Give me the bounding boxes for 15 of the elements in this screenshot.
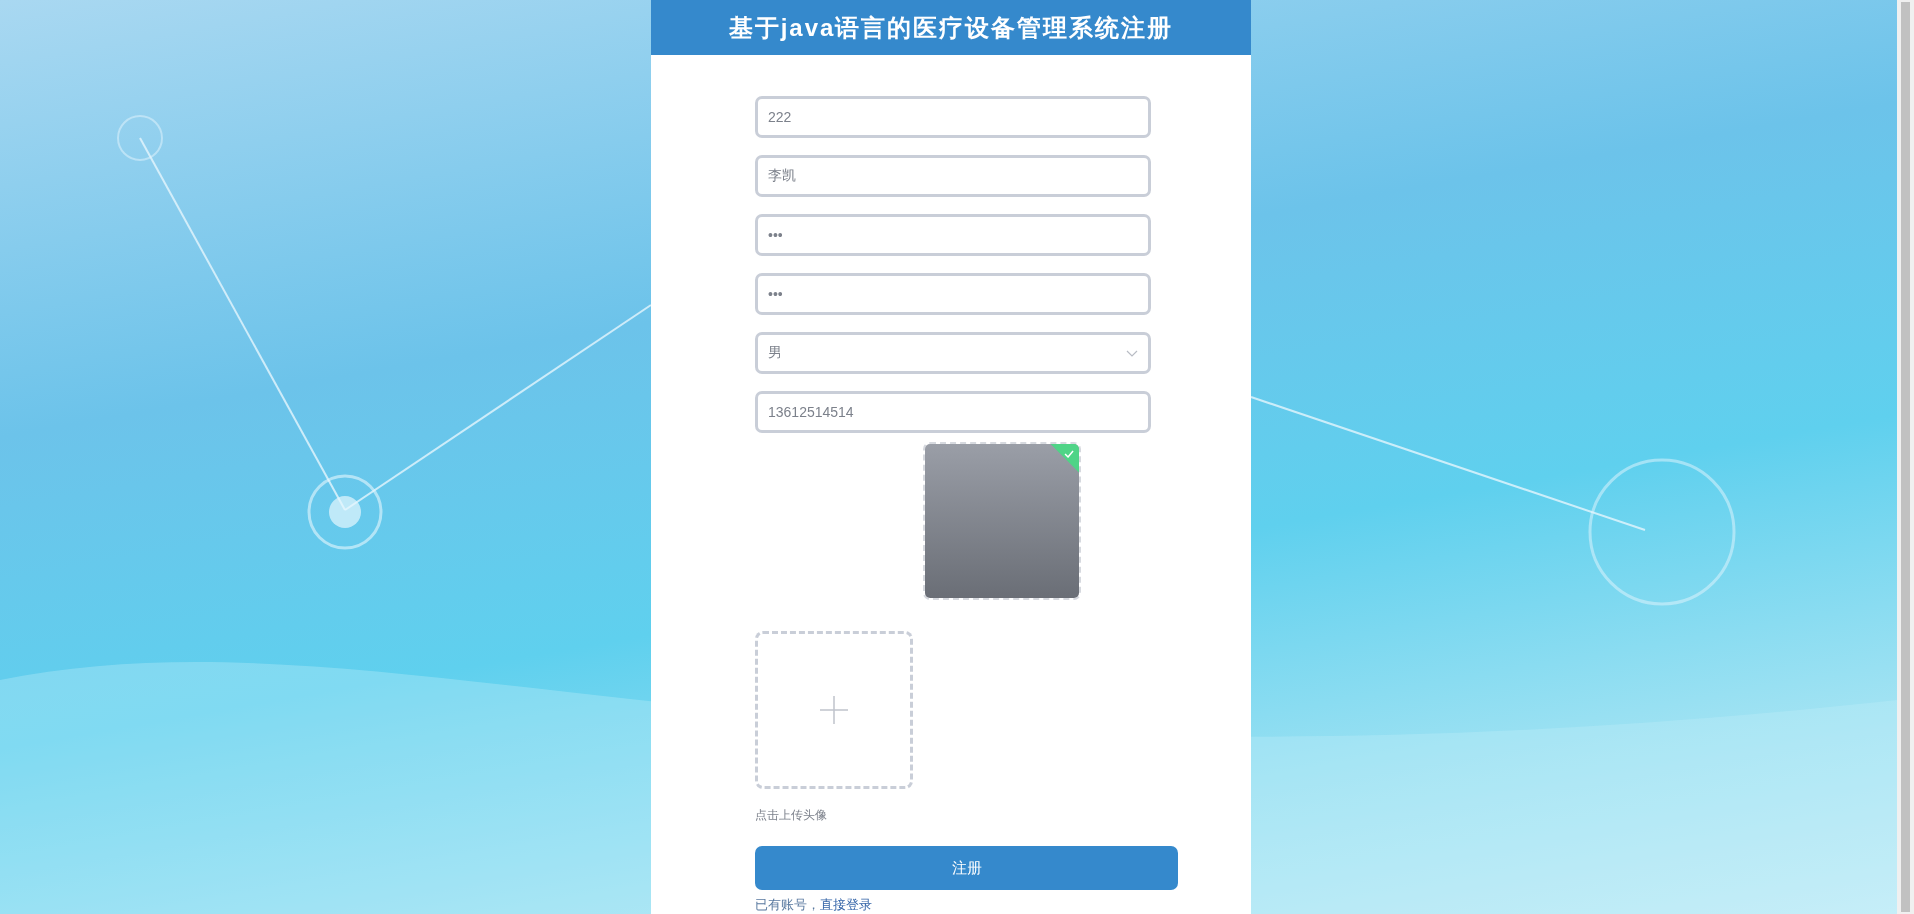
input-field[interactable]: ••• <box>755 214 1151 256</box>
scrollbar[interactable] <box>1897 0 1914 914</box>
page-title: 基于java语言的医疗设备管理系统注册 <box>651 0 1251 55</box>
chevron-down-icon <box>1126 349 1138 357</box>
login-link[interactable]: 直接登录 <box>820 896 872 914</box>
input-field[interactable]: 李凯 <box>755 155 1151 197</box>
upload-button[interactable] <box>755 631 913 789</box>
plus-icon <box>820 696 848 724</box>
input-field[interactable]: 222 <box>755 96 1151 138</box>
upload-caption: 点击上传头像 <box>755 807 828 824</box>
footer-text: 已有账号， <box>755 896 820 914</box>
register-button[interactable]: 注册 <box>755 846 1178 890</box>
gender-select[interactable]: 男 <box>755 332 1151 374</box>
input-field[interactable]: ••• <box>755 273 1151 315</box>
input-field[interactable]: 13612514514 <box>755 391 1151 433</box>
